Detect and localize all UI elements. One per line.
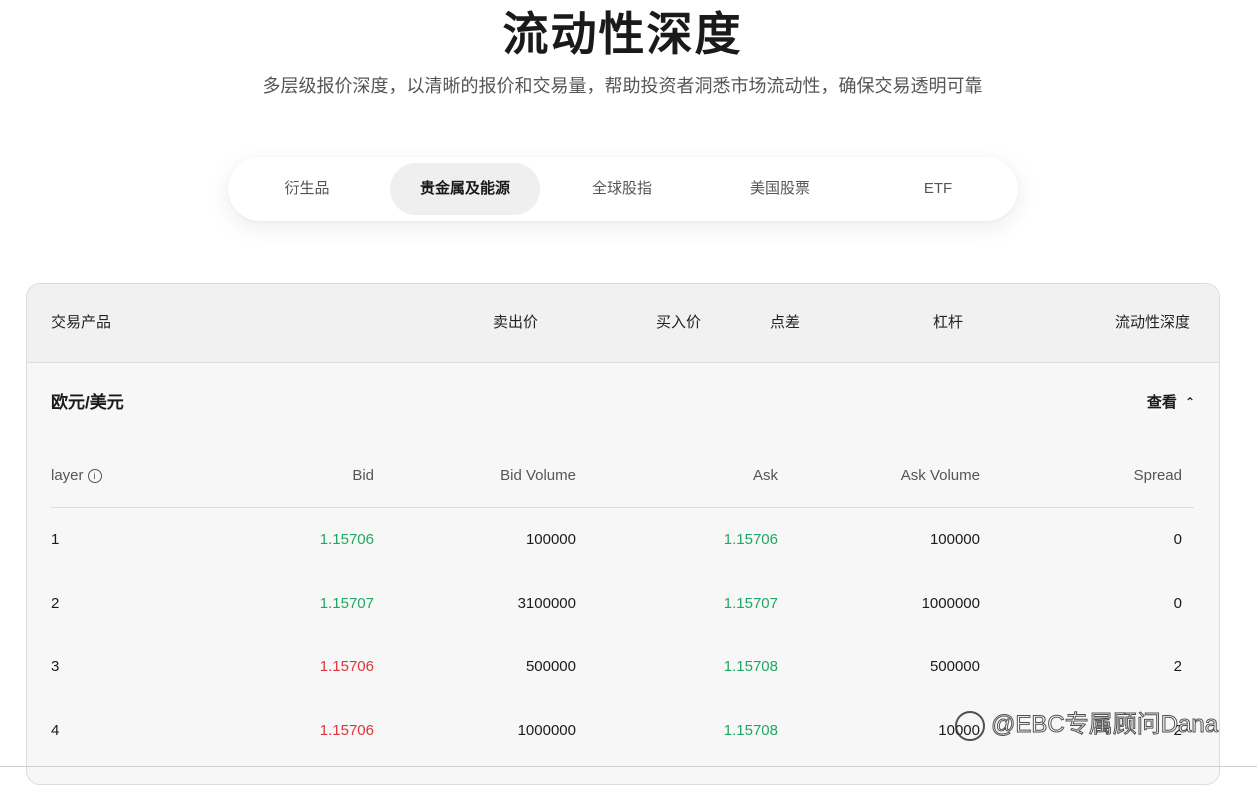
tab-etf[interactable]: ETF (862, 163, 1014, 215)
category-tabs: 衍生品 贵金属及能源 全球股指 美国股票 ETF (228, 157, 1018, 221)
depth-col-spread: Spread (1133, 467, 1182, 484)
depth-col-layer: layer i (51, 444, 102, 507)
page-subtitle: 多层级报价深度，以清晰的报价和交易量，帮助投资者洞悉市场流动性，确保交易透明可靠 (262, 76, 983, 96)
bid-cell: 1.15706 (319, 722, 374, 739)
social-logo-icon (955, 710, 985, 741)
spread-cell: 0 (1173, 531, 1182, 548)
layer-cell: 4 (51, 722, 60, 739)
ask-volume-cell: 1000000 (921, 595, 980, 612)
layer-cell: 1 (51, 531, 60, 548)
ask-volume-cell: 100000 (929, 531, 980, 548)
ask-cell: 1.15708 (723, 722, 778, 739)
bid-cell: 1.15706 (319, 658, 374, 675)
col-liquidity-depth: 流动性深度 (1115, 314, 1191, 331)
depth-row: 2 1.15707 3100000 1.15707 1000000 0 (51, 572, 1194, 635)
spread-cell: 0 (1173, 595, 1182, 612)
spread-cell: 2 (1173, 658, 1182, 675)
tab-derivatives[interactable]: 衍生品 (228, 163, 386, 215)
view-label: 查看 (1146, 394, 1177, 411)
bid-cell: 1.15706 (319, 531, 374, 548)
depth-col-ask: Ask (752, 467, 778, 484)
ask-cell: 1.15706 (723, 531, 778, 548)
depth-col-bid-volume: Bid Volume (500, 467, 576, 484)
ask-volume-cell: 500000 (929, 658, 980, 675)
tab-precious-metals-energy[interactable]: 贵金属及能源 (390, 163, 540, 215)
table-header: 交易产品 卖出价 买入价 点差 杠杆 流动性深度 (27, 284, 1219, 363)
layer-cell: 3 (51, 658, 60, 675)
bid-volume-cell: 100000 (525, 531, 576, 548)
depth-col-ask-volume: Ask Volume (900, 467, 980, 484)
col-spread: 点差 (770, 314, 801, 331)
col-leverage: 杠杆 (933, 314, 964, 331)
tab-us-stocks[interactable]: 美国股票 (704, 163, 856, 215)
watermark: @EBC专属顾问Dana (955, 704, 1219, 741)
info-icon[interactable]: i (87, 469, 102, 483)
col-ask-price: 买入价 (656, 314, 702, 331)
product-row[interactable]: 欧元/美元 查看 ⌃ (27, 363, 1219, 443)
tab-global-indices[interactable]: 全球股指 (546, 163, 698, 215)
depth-row: 1 1.15706 100000 1.15706 100000 0 (51, 508, 1194, 571)
layer-cell: 2 (51, 595, 60, 612)
col-bid-price: 卖出价 (493, 314, 539, 331)
divider (0, 766, 1257, 767)
chevron-up-icon: ⌃ (1184, 395, 1195, 409)
col-product: 交易产品 (51, 314, 112, 331)
ask-cell: 1.15708 (723, 658, 778, 675)
product-name: 欧元/美元 (51, 393, 124, 412)
bid-volume-cell: 1000000 (517, 722, 576, 739)
ask-cell: 1.15707 (723, 595, 778, 612)
depth-col-bid: Bid (352, 467, 374, 484)
bid-cell: 1.15707 (319, 595, 374, 612)
depth-header: layer i Bid Bid Volume Ask Ask Volume Spr… (51, 444, 1194, 508)
bid-volume-cell: 3100000 (517, 595, 576, 612)
depth-row: 3 1.15706 500000 1.15708 500000 2 (51, 635, 1194, 698)
view-toggle-button[interactable]: 查看 ⌃ (1147, 363, 1195, 443)
page-title: 流动性深度 (502, 7, 743, 61)
bid-volume-cell: 500000 (525, 658, 576, 675)
